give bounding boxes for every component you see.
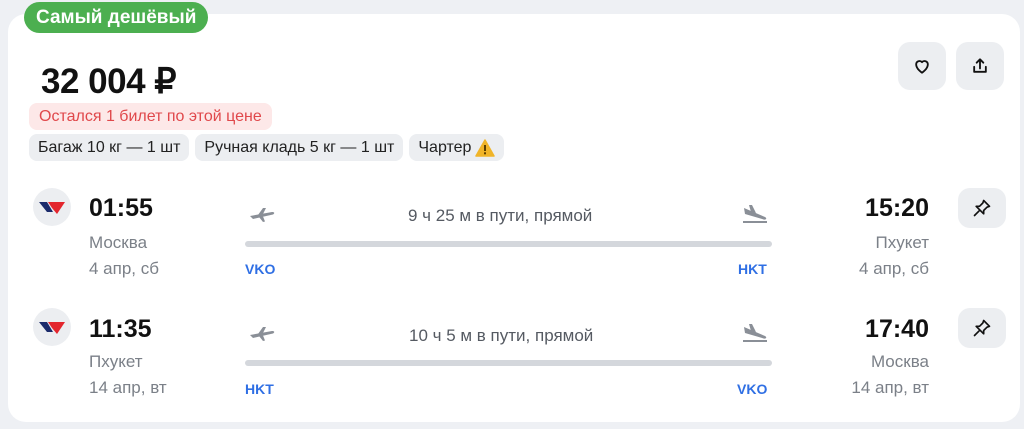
baggage-tag: Багаж 10 кг — 1 шт bbox=[29, 134, 190, 161]
arrive-airport-code: HKT bbox=[738, 261, 767, 277]
arrive-date: 4 апр, сб bbox=[859, 259, 929, 278]
depart-airport-code: VKO bbox=[245, 261, 276, 277]
arrive-city: Пхукет bbox=[875, 233, 929, 252]
pin-segment-button[interactable] bbox=[958, 188, 1006, 228]
landing-icon bbox=[743, 205, 767, 223]
offer-card[interactable]: 32 004 ₽ Остался 1 билет по этой цене Ба… bbox=[8, 14, 1020, 422]
depart-time: 11:35 bbox=[89, 315, 152, 343]
last-ticket-warning: Остался 1 билет по этой цене bbox=[29, 103, 272, 130]
airline-logo bbox=[33, 188, 71, 226]
depart-date: 4 апр, сб bbox=[89, 259, 159, 278]
airline-logo-icon bbox=[39, 202, 65, 214]
pin-icon bbox=[973, 319, 991, 337]
depart-time: 01:55 bbox=[89, 194, 153, 222]
offer-tags: Багаж 10 кг — 1 шт Ручная кладь 5 кг — 1… bbox=[29, 134, 505, 161]
airline-logo-icon bbox=[39, 322, 65, 334]
depart-city: Пхукет bbox=[89, 352, 143, 371]
route-track bbox=[245, 360, 772, 366]
airline-logo bbox=[33, 308, 71, 346]
flight-duration: 9 ч 25 м в пути, прямой bbox=[408, 206, 593, 225]
depart-city: Москва bbox=[89, 233, 148, 252]
arrive-airport-code: VKO bbox=[737, 381, 768, 397]
takeoff-icon bbox=[250, 208, 275, 222]
price: 32 004 ₽ bbox=[41, 62, 177, 101]
warning-icon bbox=[475, 138, 496, 157]
cheapest-badge: Самый дешёвый bbox=[24, 2, 209, 33]
landing-icon bbox=[743, 324, 767, 342]
like-button[interactable] bbox=[898, 42, 946, 90]
depart-airport-code: HKT bbox=[245, 381, 274, 397]
heart-icon bbox=[915, 60, 929, 74]
charter-tag[interactable]: Чартер bbox=[409, 134, 505, 161]
pin-icon bbox=[973, 199, 991, 217]
route-track bbox=[245, 241, 772, 247]
arrive-date: 14 апр, вт bbox=[851, 378, 929, 397]
depart-date: 14 апр, вт bbox=[89, 378, 167, 397]
arrive-time: 15:20 bbox=[865, 194, 929, 222]
carry-on-tag: Ручная кладь 5 кг — 1 шт bbox=[195, 134, 404, 161]
pin-segment-button[interactable] bbox=[958, 308, 1006, 348]
share-icon bbox=[973, 58, 987, 73]
flight-duration: 10 ч 5 м в пути, прямой bbox=[409, 326, 594, 345]
share-button[interactable] bbox=[956, 42, 1004, 90]
takeoff-icon bbox=[250, 327, 275, 341]
arrive-time: 17:40 bbox=[865, 315, 929, 343]
arrive-city: Москва bbox=[870, 352, 929, 371]
